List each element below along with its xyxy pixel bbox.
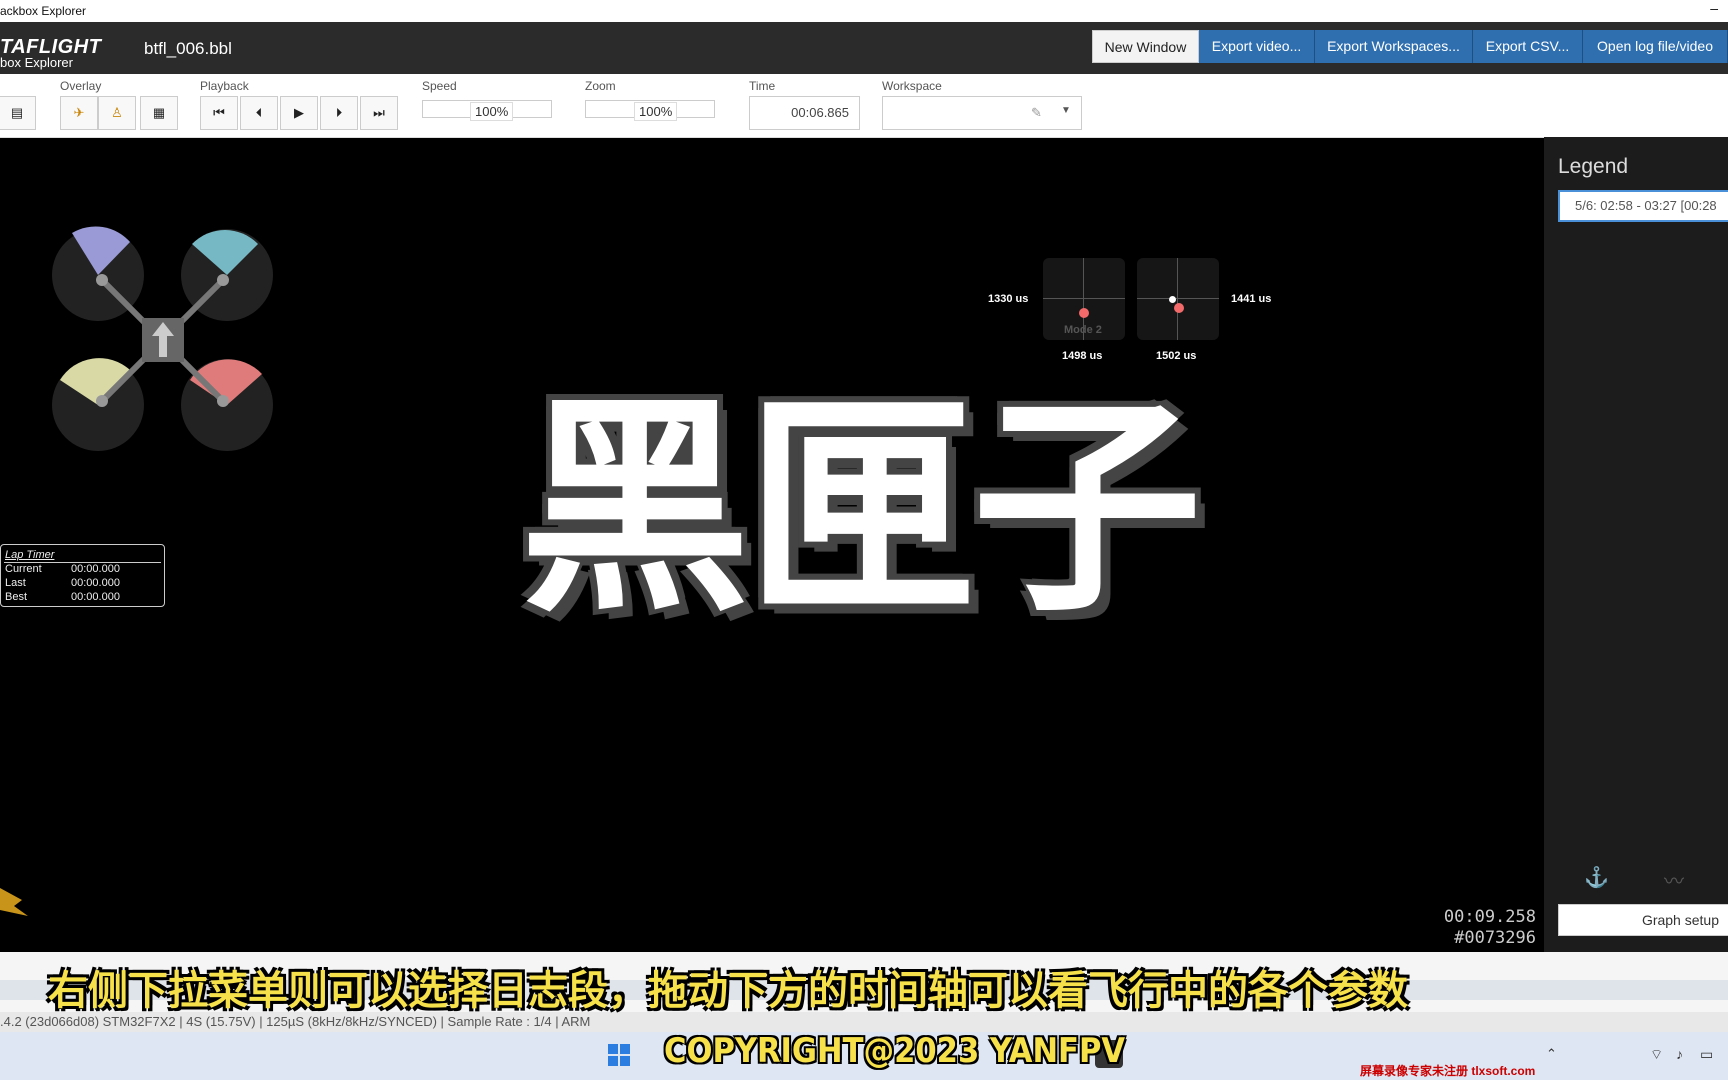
overlay-analyser-button[interactable]: ▦ [140,96,178,130]
lap-best-label: Best [5,591,28,603]
legend-title: Legend [1558,155,1629,178]
app-header: TAFLIGHT box Explorer btfl_006.bbl New W… [0,22,1728,74]
right-stick-trail [1169,296,1176,303]
log-segment-select[interactable]: 5/6: 02:58 - 03:27 [00:28 [1558,190,1728,222]
jump-end-button[interactable]: ⏭ [360,96,398,130]
left-stick-x-value: 1330 us [988,293,1029,305]
time-label: Time [749,79,776,93]
lap-best-value: 00:00.000 [71,591,120,603]
playback-time: 00:09.258 [1443,907,1536,927]
window-title: ackbox Explorer [0,4,87,18]
zoom-label: Zoom [585,79,616,93]
video-subtitle: 右侧下拉菜单则可以选择日志段，拖动下方的时间轴可以看飞行中的各个参数 [48,968,1408,1014]
skip-back-icon: ⏮ [213,105,225,120]
right-stick-x-value: 1441 us [1231,293,1272,305]
time-input[interactable]: 00:06.865 [749,96,860,130]
open-log-button[interactable]: Open log file/video [1583,30,1728,63]
frame-number: #0073296 [1454,928,1536,948]
chevron-up-icon[interactable]: ⌃ [1546,1046,1557,1062]
overlay-sticks-button[interactable]: ♙ [98,96,136,130]
analyser-icon: ▦ [152,105,166,120]
log-list-button[interactable]: ▤ [0,96,36,130]
graph-setup-button[interactable]: Graph setup [1558,904,1728,936]
volume-icon[interactable]: ♪ [1676,1046,1683,1062]
legend-panel: Legend 5/6: 02:58 - 03:27 [00:28 ⚓ 〰 Gra… [1544,137,1728,952]
craft-icon: ✈ [73,105,85,120]
speed-value[interactable]: 100% [470,102,514,121]
toolbar: ▤ Overlay ✈ ♙ ▦ Playback ⏮ ⏴ ▶ ⏵ ⏭ Speed… [0,74,1728,138]
jump-start-button[interactable]: ⏮ [200,96,238,130]
craft-overlay [52,226,273,451]
sticks-icon: ♙ [111,105,123,120]
lap-last-label: Last [5,577,26,589]
step-forward-icon: ⏵ [335,105,343,120]
workspace-select[interactable]: ✎ ▼ [882,96,1082,130]
windows-start-icon[interactable] [608,1044,630,1066]
recorder-watermark: 屏幕录像专家未注册 tlxsoft.com [1360,1064,1536,1078]
right-stick-position [1174,303,1184,313]
app-logo-subtitle: box Explorer [0,55,73,70]
export-csv-button[interactable]: Export CSV... [1473,30,1583,63]
lap-current-label: Current [5,563,42,575]
play-icon: ▶ [294,105,304,120]
step-back-button[interactable]: ⏴ [240,96,278,130]
chevron-down-icon[interactable]: ▼ [1061,105,1071,116]
overlay-label: Overlay [60,79,102,93]
window-titlebar: ackbox Explorer – [0,0,1728,22]
zoom-tool-icon[interactable]: ⚓ [1584,865,1609,890]
step-forward-button[interactable]: ⏵ [320,96,358,130]
wifi-icon[interactable]: ⌔ [1650,1046,1663,1064]
graph-tool-icon[interactable]: 〰 [1664,865,1684,894]
lap-timer-title: Lap Timer [5,549,55,561]
minimize-button[interactable]: – [1710,0,1718,16]
left-stick-display: Mode 2 [1043,258,1125,340]
workspace-label: Workspace [882,79,942,93]
copyright-overlay: COPYRIGHT@2023 YANFPV [664,1031,1126,1071]
pencil-icon[interactable]: ✎ [1031,105,1042,121]
battery-icon[interactable]: ▭ [1700,1046,1713,1063]
play-button[interactable]: ▶ [280,96,318,130]
lap-last-value: 00:00.000 [71,577,120,589]
lap-current-value: 00:00.000 [71,563,120,575]
video-overlay-title: 黑匣子 [520,376,1202,643]
export-video-button[interactable]: Export video... [1199,30,1315,63]
new-window-button[interactable]: New Window [1092,30,1199,63]
lap-timer: Lap Timer Current 00:00.000 Last 00:00.0… [0,544,165,607]
playback-readout: 00:09.258 #0073296 [1440,907,1536,949]
log-filename: btfl_006.bbl [144,39,232,58]
right-stick-display [1137,258,1219,340]
playback-label: Playback [200,79,249,93]
zoom-value[interactable]: 100% [634,102,678,121]
step-back-icon: ⏴ [255,105,263,120]
overlay-craft-button[interactable]: ✈ [60,96,98,130]
corner-logo-icon [0,880,30,920]
list-icon: ▤ [10,105,24,120]
skip-forward-icon: ⏭ [373,105,385,120]
right-stick-y-value: 1502 us [1156,350,1197,362]
left-stick-position [1079,308,1089,318]
stick-mode-label: Mode 2 [1064,324,1102,336]
export-workspaces-button[interactable]: Export Workspaces... [1315,30,1473,63]
speed-label: Speed [422,79,457,93]
left-stick-y-value: 1498 us [1062,350,1103,362]
